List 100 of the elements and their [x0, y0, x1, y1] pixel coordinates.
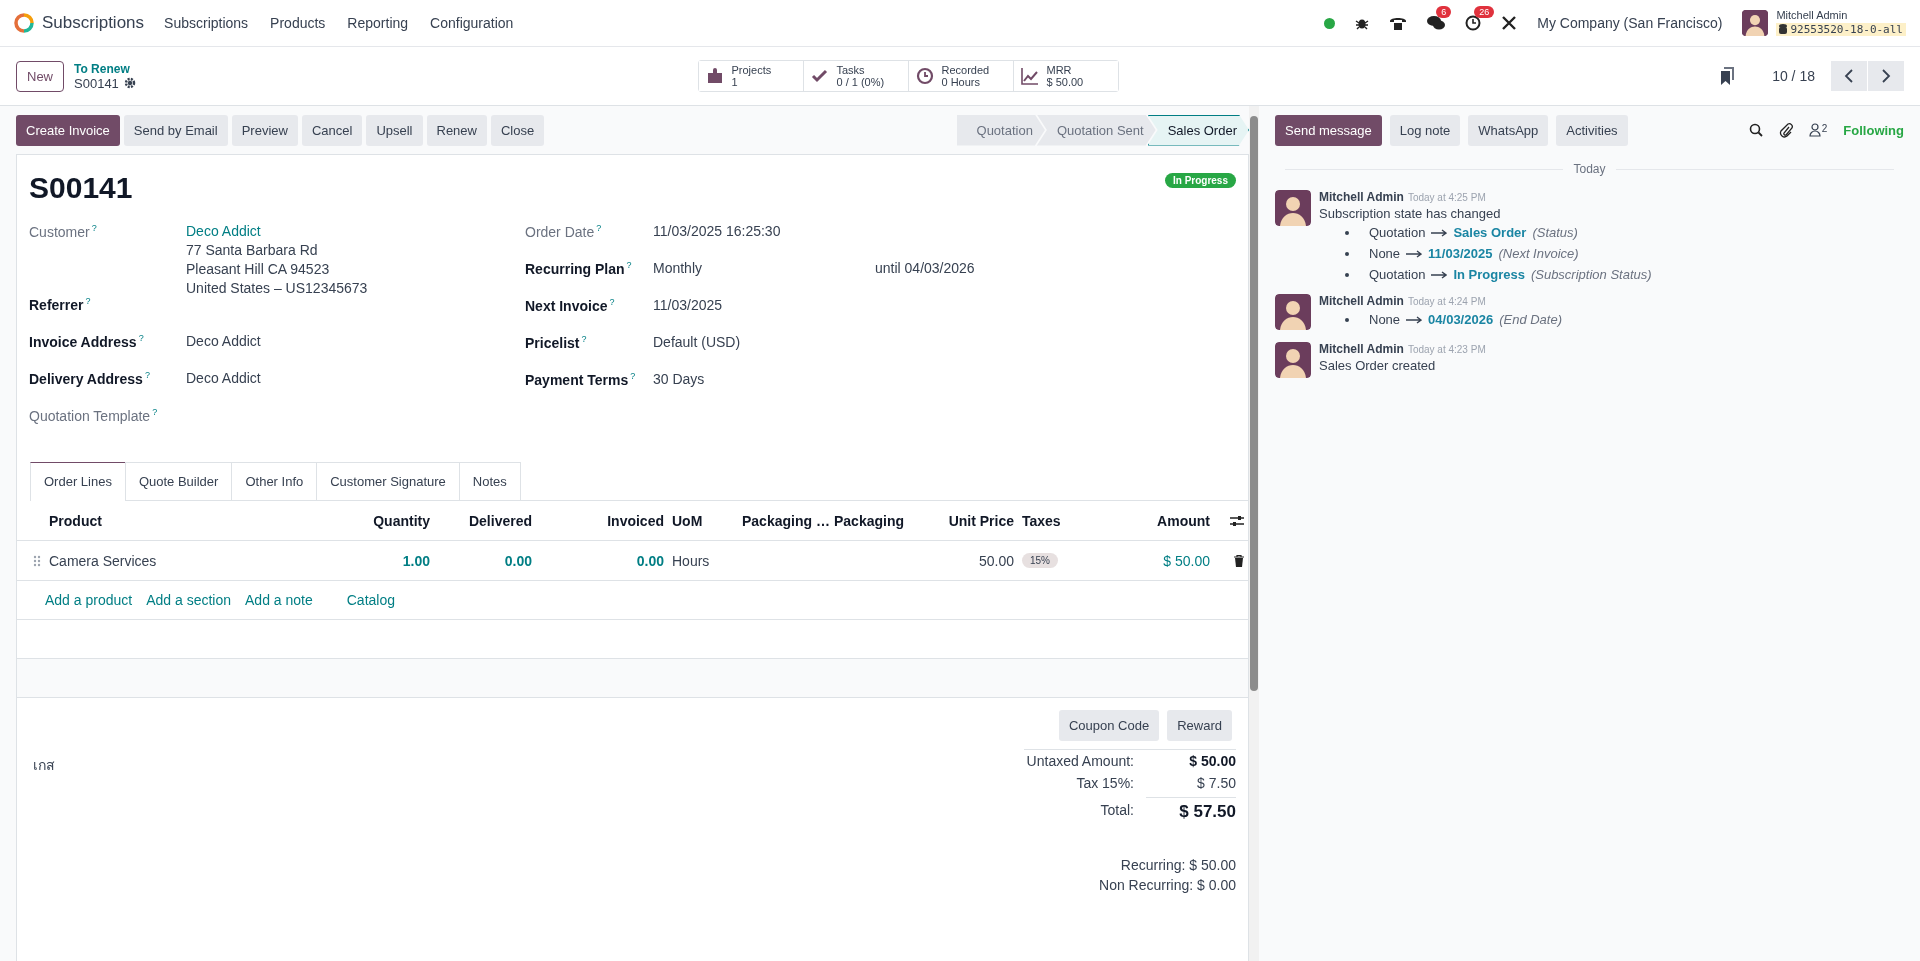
status-step[interactable]: Quotation	[956, 114, 1045, 146]
action-button[interactable]: Renew	[426, 114, 487, 146]
user-name[interactable]: Mitchell Admin	[1776, 9, 1906, 21]
help-icon[interactable]: ?	[152, 407, 158, 417]
chat-icon[interactable]	[1427, 15, 1446, 31]
author-avatar	[1275, 190, 1311, 226]
menu-item[interactable]: Products	[270, 15, 326, 31]
search-icon[interactable]	[1748, 123, 1763, 137]
bookmark-icon[interactable]	[1720, 67, 1735, 85]
field-label: Quotation Template$^{?}$	[29, 407, 159, 426]
help-icon[interactable]: ?	[581, 334, 587, 344]
add-line-link[interactable]: Add a product	[45, 592, 133, 608]
company-switcher[interactable]: My Company (San Francisco)	[1537, 15, 1723, 31]
menu-item[interactable]: Configuration	[430, 15, 514, 31]
menu-item[interactable]: Reporting	[347, 15, 409, 31]
column-header[interactable]: UoM	[668, 501, 738, 541]
new-button[interactable]: New	[16, 60, 64, 92]
scrollbar[interactable]	[1249, 106, 1259, 961]
smart-button-label: Tasks	[836, 64, 866, 76]
column-header[interactable]: Product	[45, 501, 354, 541]
field-label: Customer$^{?}$	[29, 223, 98, 242]
promo-button[interactable]: Coupon Code	[1058, 710, 1160, 741]
smart-button[interactable]: Projects 1	[698, 61, 804, 91]
column-header[interactable]: Amount	[1096, 501, 1214, 541]
chatter-button[interactable]: Activities	[1556, 114, 1628, 146]
column-header[interactable]: Invoiced	[536, 501, 668, 541]
old-value: None	[1369, 312, 1401, 327]
field-value: 11/03/2025 16:25:30	[653, 223, 781, 239]
column-header[interactable]: Quantity	[354, 501, 434, 541]
clock-icon[interactable]	[1465, 15, 1482, 31]
column-header[interactable]: Packaging	[830, 501, 930, 541]
field-label: Delivery Address$^{?}$	[29, 370, 151, 389]
followers-button[interactable]: 2	[1808, 123, 1828, 137]
menu-item[interactable]: Subscriptions	[164, 15, 249, 31]
message-author[interactable]: Mitchell Admin	[1319, 342, 1404, 356]
field-value: Monthly	[653, 260, 703, 276]
table-cell: 0.00	[536, 541, 668, 581]
help-icon[interactable]: ?	[626, 260, 632, 270]
column-header[interactable]: Delivered	[434, 501, 536, 541]
smart-button-value: 0 Hours	[941, 76, 982, 88]
smart-button-label: Recorded	[941, 64, 990, 76]
app-name[interactable]: Subscriptions	[42, 13, 145, 33]
settings-icon[interactable]	[123, 77, 136, 89]
help-icon[interactable]: ?	[630, 371, 636, 381]
chevron-right-icon	[1881, 69, 1891, 83]
drag-handle-icon[interactable]	[33, 554, 41, 567]
status-step[interactable]: Quotation Sent	[1036, 114, 1156, 146]
help-icon[interactable]: ?	[596, 223, 602, 233]
app-logo-icon[interactable]	[14, 13, 34, 33]
action-button[interactable]: Create Invoice	[16, 114, 120, 146]
chatter-button[interactable]: Log note	[1389, 114, 1461, 146]
message-time: Today at 4:23 PM	[1407, 344, 1486, 355]
chatter-button[interactable]: WhatsApp	[1468, 114, 1549, 146]
new-value: Sales Order	[1453, 225, 1527, 240]
table-cell: 50.00	[930, 541, 1018, 581]
tab[interactable]: Notes	[458, 462, 521, 500]
help-icon[interactable]: ?	[144, 370, 150, 380]
customer-link[interactable]: Deco Addict	[186, 223, 368, 239]
message-author[interactable]: Mitchell Admin	[1319, 190, 1404, 204]
add-line-link[interactable]: Catalog	[346, 592, 395, 608]
help-icon[interactable]: ?	[85, 296, 91, 306]
arrow-icon	[1406, 315, 1423, 324]
message-author[interactable]: Mitchell Admin	[1319, 294, 1404, 308]
total-value: $ 57.50	[1146, 797, 1236, 822]
chevron-left-icon	[1844, 69, 1854, 83]
bullet-icon	[1345, 230, 1349, 235]
add-line-link[interactable]: Add a note	[245, 592, 313, 608]
add-line-link[interactable]: Add a section	[146, 592, 231, 608]
action-button[interactable]: Cancel	[301, 114, 363, 146]
column-settings-icon[interactable]	[1230, 514, 1244, 527]
help-icon[interactable]: ?	[138, 333, 144, 343]
action-button[interactable]: Upsell	[366, 114, 423, 146]
table-cell: Hours	[668, 541, 738, 581]
column-header[interactable]: Unit Price	[930, 501, 1018, 541]
table-cell: 0.00	[434, 541, 536, 581]
paperclip-icon[interactable]	[1778, 122, 1793, 138]
field-label: Pricelist$^{?}$	[525, 334, 588, 353]
trash-icon[interactable]	[1234, 554, 1244, 567]
promo-button[interactable]: Reward	[1167, 710, 1232, 741]
tab[interactable]: Order Lines	[30, 462, 126, 501]
previous-button[interactable]	[1831, 61, 1867, 91]
date-separator: Today	[1285, 162, 1894, 176]
action-button[interactable]: Close	[490, 114, 545, 146]
status-step[interactable]: Sales Order	[1147, 114, 1249, 146]
table-cell: $ 50.00	[1096, 541, 1214, 581]
address-line: Pleasant Hill CA 94523	[186, 261, 331, 277]
notification-badge: 6	[1436, 6, 1452, 18]
next-button[interactable]	[1868, 61, 1904, 91]
breadcrumb-link[interactable]: To Renew	[74, 61, 136, 76]
phone-icon[interactable]	[1389, 15, 1408, 31]
help-icon[interactable]: ?	[609, 297, 615, 307]
chatter-button[interactable]: Send message	[1275, 114, 1382, 146]
action-button[interactable]: Send by Email	[123, 114, 228, 146]
smart-button-label: MRR	[1046, 64, 1073, 76]
column-header[interactable]: Taxes	[1018, 501, 1096, 541]
field-name: (Subscription Status)	[1530, 267, 1652, 282]
column-header[interactable]: Packaging …	[738, 501, 830, 541]
smart-button-value: 0 / 1 (0%)	[836, 76, 885, 88]
help-icon[interactable]: ?	[91, 223, 97, 233]
action-button[interactable]: Preview	[231, 114, 298, 146]
